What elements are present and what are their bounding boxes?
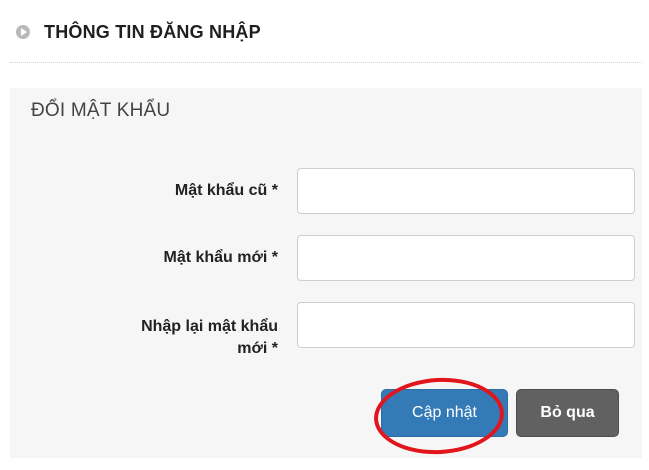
page-header: THÔNG TIN ĐĂNG NHẬP	[8, 12, 642, 52]
confirm-password-label: Nhập lại mật khẩu mới *	[141, 316, 278, 360]
update-button[interactable]: Cập nhật	[381, 389, 508, 437]
circle-play-icon	[16, 25, 30, 39]
confirm-password-label-line-1: Nhập lại mật khẩu	[141, 318, 278, 335]
section-title: ĐỔI MẬT KHẨU	[31, 100, 171, 121]
old-password-row: Mật khẩu cũ *	[10, 168, 642, 216]
new-password-label: Mật khẩu mới *	[163, 249, 278, 266]
old-password-input[interactable]	[297, 168, 635, 214]
skip-button[interactable]: Bỏ qua	[516, 389, 619, 437]
new-password-input[interactable]	[297, 235, 635, 281]
confirm-password-row: Nhập lại mật khẩu mới *	[10, 302, 642, 357]
new-password-row: Mật khẩu mới *	[10, 235, 642, 283]
page-title: THÔNG TIN ĐĂNG NHẬP	[44, 21, 261, 42]
old-password-label: Mật khẩu cũ *	[174, 182, 278, 199]
header-divider	[10, 62, 642, 63]
change-password-panel: ĐỔI MẬT KHẨU Mật khẩu cũ * Mật khẩu mới …	[10, 88, 642, 458]
confirm-password-label-line-2: mới *	[237, 340, 278, 357]
confirm-password-input[interactable]	[297, 302, 635, 348]
